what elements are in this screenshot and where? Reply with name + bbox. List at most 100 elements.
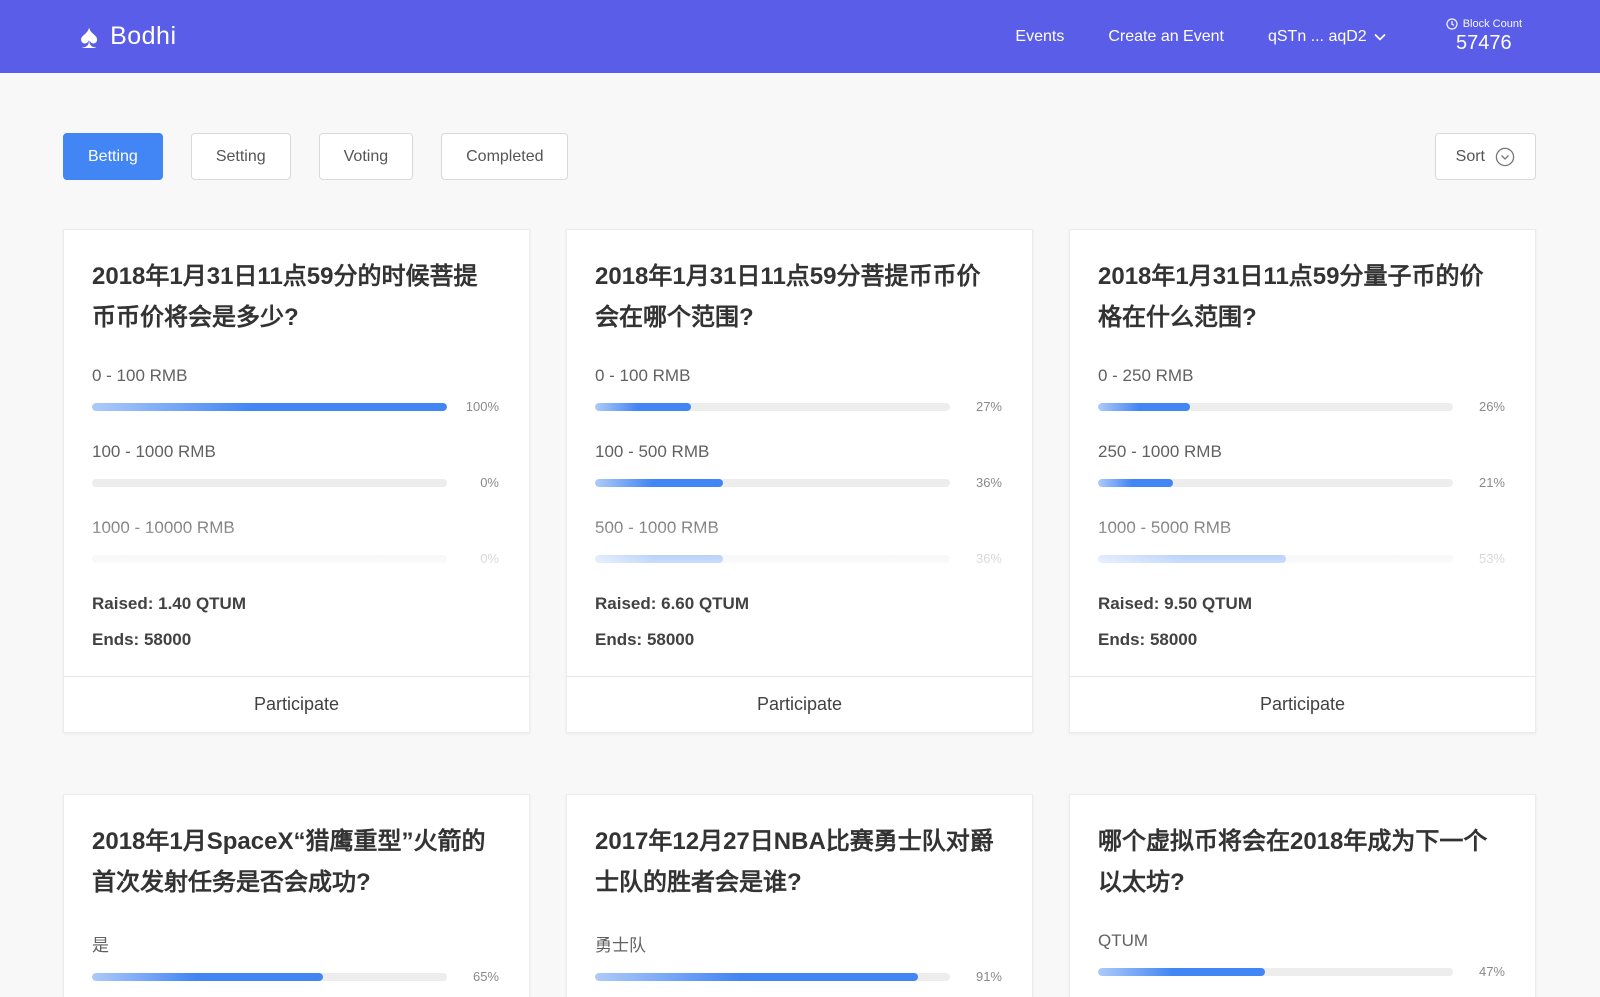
option-progress-bar [1098,554,1453,563]
event-card-body: 2018年1月31日11点59分量子币的价格在什么范围? 0 - 250 RMB… [1070,230,1535,676]
option-progress-fill [92,402,447,411]
raised-amount: Raised: 6.60 QTUM [595,594,749,613]
option-label: 500 - 1000 RMB [595,518,719,537]
event-title: 2018年1月31日11点59分的时候菩提币币价将会是多少? [92,263,478,331]
event-options: 0 - 250 RMB 26% 250 - 1000 RMB 21% 1000 … [1098,366,1505,578]
event-options: QTUM 47% [1098,931,1505,979]
event-options: 勇士队 91% [595,931,1002,984]
bet-option: 0 - 100 RMB 27% [595,366,1002,414]
event-card: 2018年1月SpaceX“猎鹰重型”火箭的首次发射任务是否会成功? 是 65%… [63,794,530,997]
wallet-address-dropdown[interactable]: qSTn ... aqD2 [1268,28,1386,46]
event-title: 2018年1月31日11点59分量子币的价格在什么范围? [1098,263,1484,331]
participate-button[interactable]: Participate [567,676,1032,732]
option-progress-bar [1098,402,1453,411]
option-progress-fill [1098,402,1191,411]
option-progress-bar [92,478,447,487]
tab-betting[interactable]: Betting [63,133,163,180]
event-grid: 2018年1月31日11点59分的时候菩提币币价将会是多少? 0 - 100 R… [63,229,1536,997]
event-card-body: 2018年1月31日11点59分的时候菩提币币价将会是多少? 0 - 100 R… [64,230,529,676]
sort-button[interactable]: Sort [1434,133,1536,180]
option-progress-fill [1098,967,1265,976]
option-percent: 21% [1478,475,1505,490]
bet-option: QTUM 47% [1098,931,1505,979]
filter-bar: Betting Setting Voting Completed Sort [63,133,1536,180]
raised-amount: Raised: 1.40 QTUM [92,594,246,613]
bet-option: 100 - 1000 RMB 0% [92,442,499,490]
event-title: 2018年1月31日11点59分菩提币币价会在哪个范围? [595,263,981,331]
raised-amount: Raised: 9.50 QTUM [1098,594,1252,613]
option-progress-bar [595,478,950,487]
bet-option: 1000 - 10000 RMB 0% [92,510,499,578]
event-title: 2017年12月27日NBA比赛勇士队对爵士队的胜者会是谁? [595,828,994,896]
ends-block: Ends: 58000 [595,630,695,649]
option-percent: 36% [975,475,1002,490]
block-count-label: Block Count [1462,18,1522,30]
navbar: ♠ Bodhi Events Create an Event qSTn ... … [0,0,1600,73]
bet-option: 勇士队 91% [595,931,1002,984]
option-percent: 53% [1478,551,1505,566]
option-label: 是 [92,936,109,955]
option-percent: 27% [975,399,1002,414]
ends-block: Ends: 58000 [1098,630,1198,649]
option-label: 250 - 1000 RMB [1098,442,1222,461]
bet-option: 0 - 250 RMB 26% [1098,366,1505,414]
navbar-links: Events Create an Event qSTn ... aqD2 Blo… [1015,18,1522,55]
main-content: Betting Setting Voting Completed Sort 20… [0,73,1600,997]
option-label: 0 - 100 RMB [92,366,188,385]
option-label: 0 - 100 RMB [595,366,691,385]
option-percent: 26% [1478,399,1505,414]
option-percent: 0% [480,551,499,566]
option-label: 1000 - 5000 RMB [1098,518,1232,537]
option-progress-fill [595,972,919,981]
bet-option: 100 - 500 RMB 36% [595,442,1002,490]
brand-name: Bodhi [110,22,177,50]
bet-option: 250 - 1000 RMB 21% [1098,442,1505,490]
option-percent: 65% [472,969,499,984]
event-card: 2017年12月27日NBA比赛勇士队对爵士队的胜者会是谁? 勇士队 91% P… [566,794,1033,997]
option-progress-bar [595,402,950,411]
event-card: 2018年1月31日11点59分量子币的价格在什么范围? 0 - 250 RMB… [1069,229,1536,733]
option-progress-bar [92,972,447,981]
event-card: 2018年1月31日11点59分的时候菩提币币价将会是多少? 0 - 100 R… [63,229,530,733]
option-label: 勇士队 [595,936,646,955]
event-title: 哪个虚拟币将会在2018年成为下一个以太坊? [1098,828,1488,896]
option-progress-bar [595,972,950,981]
option-percent: 47% [1478,964,1505,979]
option-progress-bar [92,554,447,563]
option-progress-bar [595,554,950,563]
option-progress-fill [595,402,691,411]
option-progress-bar [92,402,447,411]
tab-completed[interactable]: Completed [441,133,569,180]
option-progress-fill [1098,478,1173,487]
brand-logo[interactable]: ♠ Bodhi [80,20,177,54]
event-card: 哪个虚拟币将会在2018年成为下一个以太坊? QTUM 47% Particip… [1069,794,1536,997]
event-options: 0 - 100 RMB 100% 100 - 1000 RMB 0% 1000 … [92,366,499,578]
event-card: 2018年1月31日11点59分菩提币币价会在哪个范围? 0 - 100 RMB… [566,229,1033,733]
nav-link-events[interactable]: Events [1015,28,1064,46]
event-card-body: 哪个虚拟币将会在2018年成为下一个以太坊? QTUM 47% [1070,795,1535,997]
option-percent: 91% [975,969,1002,984]
tab-setting[interactable]: Setting [190,133,291,180]
participate-button[interactable]: Participate [1070,676,1535,732]
spade-icon: ♠ [80,17,99,56]
chevron-down-icon [1374,33,1386,41]
option-progress-bar [1098,967,1453,976]
option-label: QTUM [1098,931,1149,950]
event-card-body: 2017年12月27日NBA比赛勇士队对爵士队的胜者会是谁? 勇士队 91% [567,795,1032,997]
sort-chevron-circle-icon [1495,147,1515,166]
sort-label: Sort [1455,147,1485,165]
tab-voting[interactable]: Voting [318,133,414,180]
event-options: 0 - 100 RMB 27% 100 - 500 RMB 36% 500 - … [595,366,1002,578]
nav-link-create-event[interactable]: Create an Event [1108,28,1224,46]
option-label: 1000 - 10000 RMB [92,518,235,537]
bet-option: 1000 - 5000 RMB 53% [1098,510,1505,578]
option-progress-bar [1098,478,1453,487]
option-progress-fill [1098,554,1287,563]
bet-option: 500 - 1000 RMB 36% [595,510,1002,578]
bet-option: 0 - 100 RMB 100% [92,366,499,414]
event-card-body: 2018年1月31日11点59分菩提币币价会在哪个范围? 0 - 100 RMB… [567,230,1032,676]
option-percent: 36% [975,551,1002,566]
option-progress-fill [595,478,723,487]
ends-block: Ends: 58000 [92,630,192,649]
participate-button[interactable]: Participate [64,676,529,732]
